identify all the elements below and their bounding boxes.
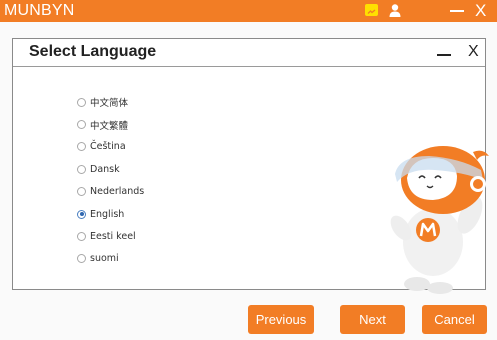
app-title: MUNBYN: [4, 2, 75, 19]
dialog-minimize-button[interactable]: [437, 54, 451, 56]
dialog-header: Select Language X: [13, 39, 485, 67]
dialog-close-button[interactable]: X: [468, 43, 479, 61]
language-option[interactable]: Dansk: [77, 158, 144, 180]
language-option[interactable]: suomi: [77, 248, 144, 270]
language-label: Nederlands: [90, 186, 145, 198]
radio-button[interactable]: [77, 187, 86, 197]
radio-button[interactable]: [77, 254, 86, 264]
cancel-button[interactable]: Cancel: [422, 305, 487, 334]
user-icon[interactable]: [388, 3, 402, 18]
title-bar: MUNBYN X: [0, 0, 497, 22]
language-list: 中文简体中文繁體 Čeština Dansk Nederlands English Ees…: [77, 91, 144, 270]
minimize-button[interactable]: [450, 10, 464, 12]
mascot-illustration: [390, 146, 489, 294]
close-button[interactable]: X: [475, 0, 486, 22]
language-option[interactable]: Eesti keel: [77, 225, 144, 247]
next-button[interactable]: Next: [340, 305, 405, 334]
radio-button[interactable]: [77, 209, 86, 219]
language-label: Čeština: [90, 141, 126, 153]
language-option[interactable]: English: [77, 203, 144, 225]
language-option[interactable]: Čeština: [77, 136, 144, 158]
radio-button[interactable]: [77, 164, 86, 174]
dialog-title: Select Language: [29, 43, 157, 60]
language-label: 中文简体: [90, 98, 129, 110]
language-label: suomi: [90, 253, 119, 265]
language-label: Dansk: [90, 163, 120, 175]
radio-button[interactable]: [77, 97, 86, 107]
radio-button[interactable]: [77, 232, 86, 242]
language-option[interactable]: 中文简体: [77, 91, 144, 113]
language-label: English: [90, 208, 125, 220]
previous-button[interactable]: Previous: [248, 305, 314, 334]
language-label: Eesti keel: [90, 231, 136, 243]
language-label: 中文繁體: [90, 120, 129, 132]
notification-icon[interactable]: [365, 4, 378, 16]
radio-button[interactable]: [77, 120, 86, 130]
language-option[interactable]: Nederlands: [77, 181, 144, 203]
radio-button[interactable]: [77, 142, 86, 152]
language-option[interactable]: 中文繁體: [77, 113, 144, 135]
